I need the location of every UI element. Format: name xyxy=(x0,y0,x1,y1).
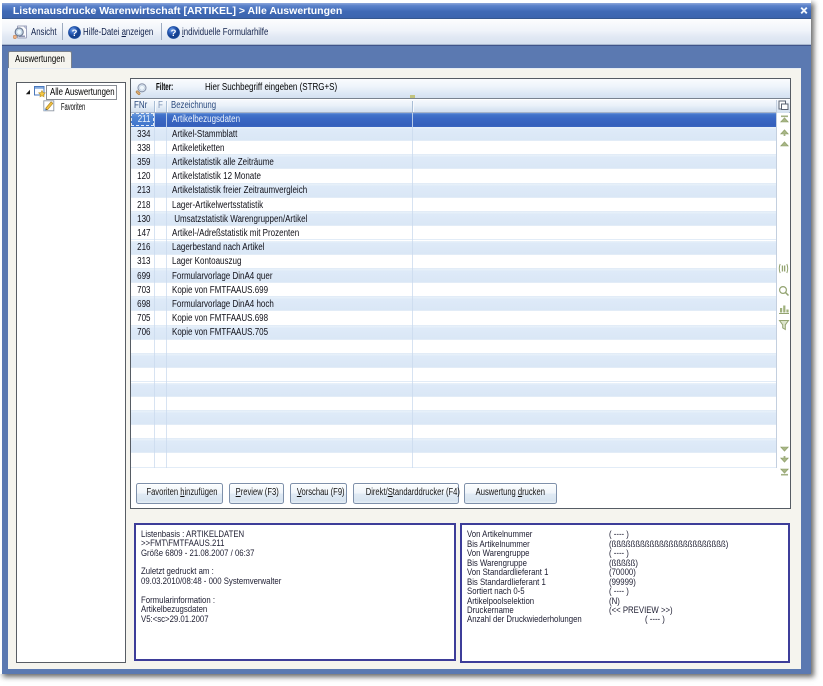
svg-text:?: ? xyxy=(71,28,77,39)
svg-text:?: ? xyxy=(170,28,176,39)
